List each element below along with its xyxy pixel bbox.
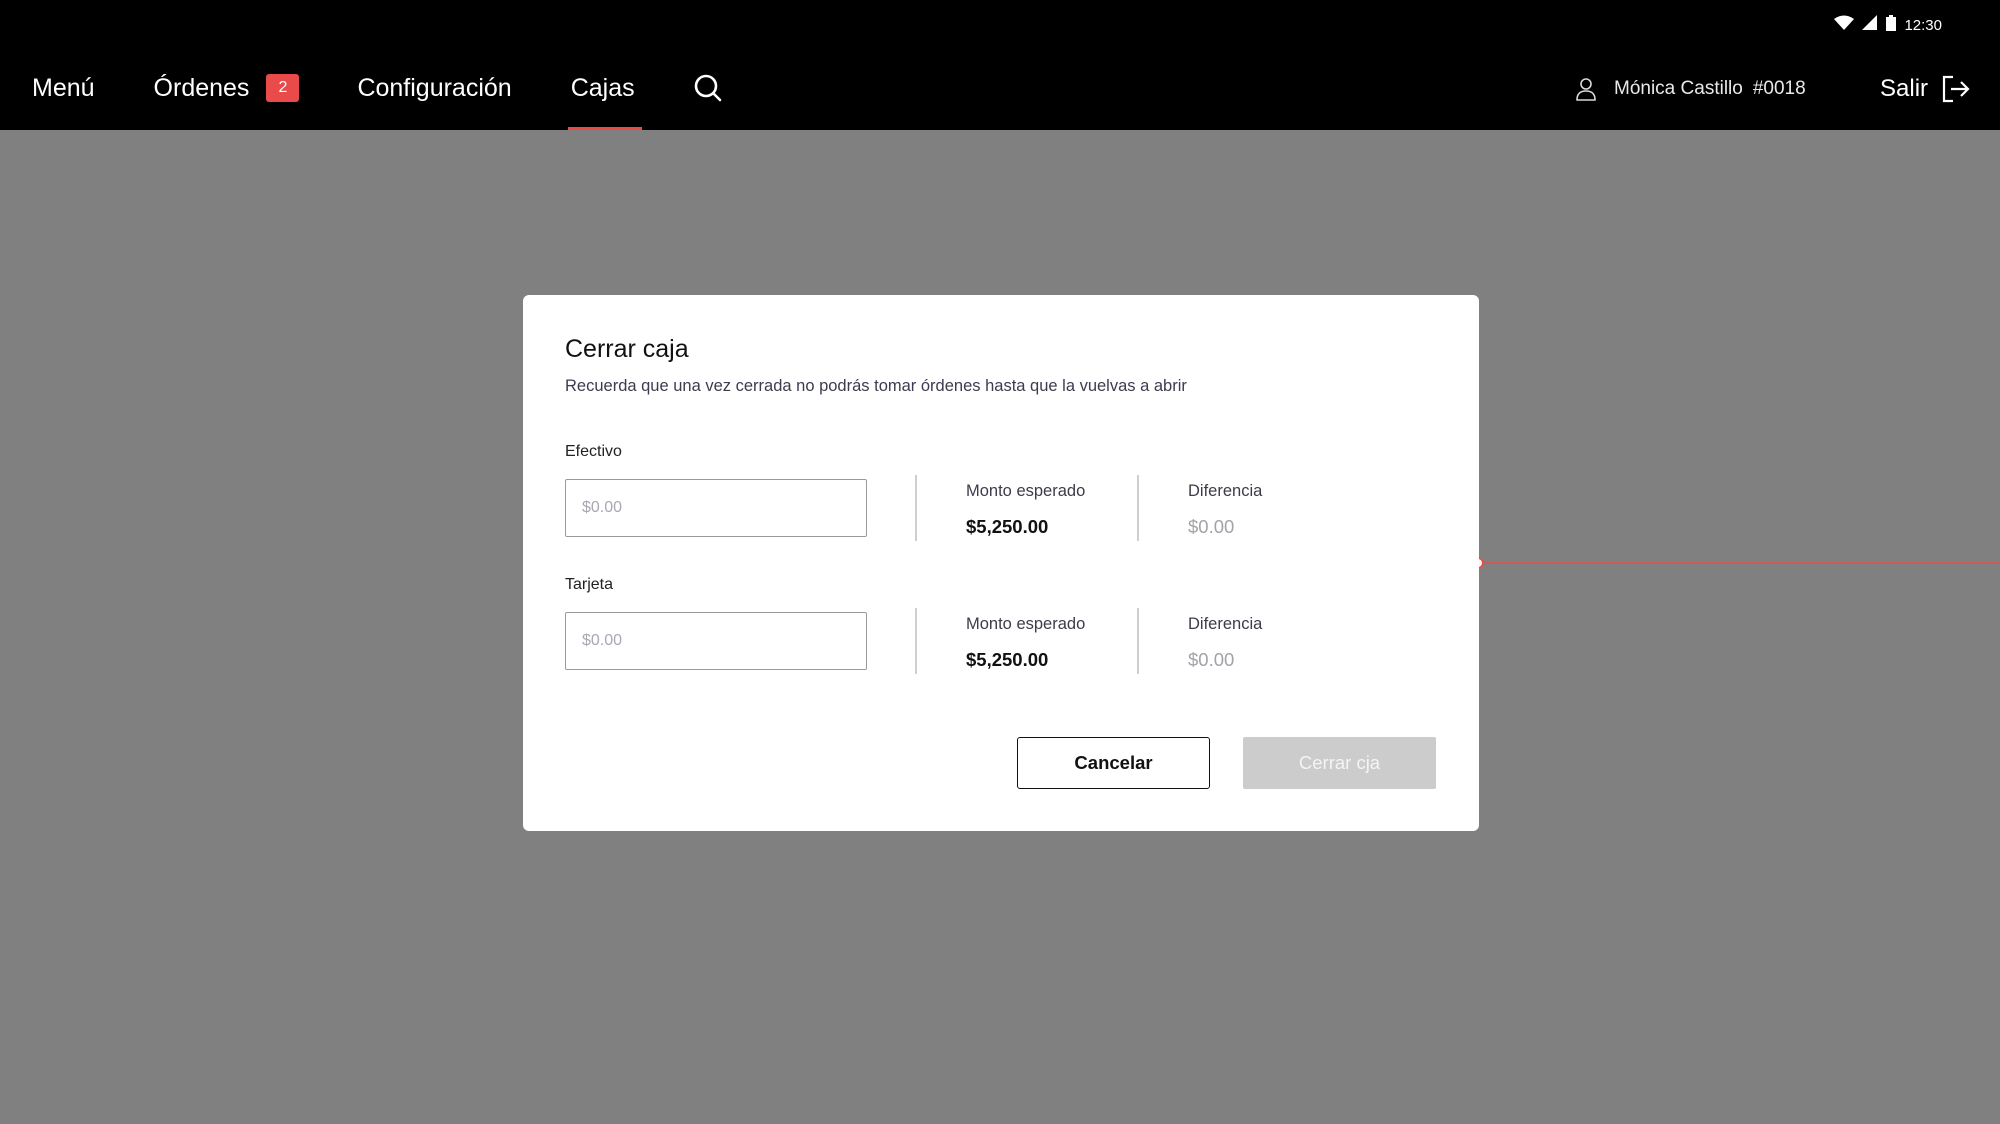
user-icon <box>1576 77 1596 101</box>
cash-difference-value: $0.00 <box>1188 516 1235 537</box>
search-button[interactable] <box>693 73 723 103</box>
nav-item-configuration[interactable]: Configuración <box>357 68 511 108</box>
nav-item-label: Órdenes <box>153 73 250 102</box>
dialog-subtitle: Recuerda que una vez cerrada no podrás t… <box>565 377 1187 395</box>
nav-item-label: Configuración <box>357 73 512 102</box>
user-name: Mónica Castillo <box>1614 78 1743 99</box>
nav-item-orders[interactable]: Órdenes 2 <box>154 68 300 108</box>
user-id: #0018 <box>1752 78 1806 99</box>
divider <box>915 608 917 674</box>
cash-label: Efectivo <box>565 443 622 460</box>
card-expected-value: $5,250.00 <box>966 649 1049 670</box>
card-difference-label: Diferencia <box>1188 615 1263 633</box>
nav-item-menu[interactable]: Menú <box>32 68 95 108</box>
wifi-icon <box>1834 15 1855 35</box>
cash-expected-label: Monto esperado <box>966 482 1086 500</box>
card-amount-input[interactable] <box>565 612 867 670</box>
divider <box>1137 475 1139 541</box>
card-label: Tarjeta <box>565 576 614 593</box>
logout-icon <box>1940 74 1970 104</box>
top-bar: 12:30 Menú Órdenes 2 Configuración Cajas <box>0 0 2000 130</box>
close-register-button[interactable]: Cerrar cja <box>1243 737 1436 789</box>
close-register-dialog: Cerrar caja Recuerda que una vez cerrada… <box>523 295 1479 831</box>
status-bar: 12:30 <box>1834 14 1942 36</box>
card-expected-label: Monto esperado <box>966 615 1086 633</box>
cash-expected-value: $5,250.00 <box>966 516 1049 537</box>
nav-item-label: Cajas <box>570 73 635 102</box>
battery-icon <box>1886 15 1897 35</box>
main-nav: Menú Órdenes 2 Configuración Cajas <box>32 68 723 130</box>
orders-count-badge: 2 <box>266 74 300 102</box>
logout-button[interactable]: Salir <box>1880 70 1970 108</box>
dialog-title: Cerrar caja <box>565 335 689 363</box>
nav-item-label: Menú <box>32 73 95 102</box>
status-time: 12:30 <box>1904 16 1942 34</box>
card-difference-value: $0.00 <box>1188 649 1235 670</box>
logout-label: Salir <box>1880 75 1929 102</box>
divider <box>1137 608 1139 674</box>
current-user: Mónica Castillo #0018 <box>1576 72 1806 106</box>
divider <box>915 475 917 541</box>
signal-icon <box>1862 15 1878 35</box>
cancel-button[interactable]: Cancelar <box>1017 737 1210 789</box>
cash-amount-input[interactable] <box>565 479 867 537</box>
nav-item-cajas[interactable]: Cajas <box>567 68 642 130</box>
search-icon <box>694 74 721 102</box>
cash-difference-label: Diferencia <box>1188 482 1263 500</box>
connector-line <box>1478 562 2000 564</box>
